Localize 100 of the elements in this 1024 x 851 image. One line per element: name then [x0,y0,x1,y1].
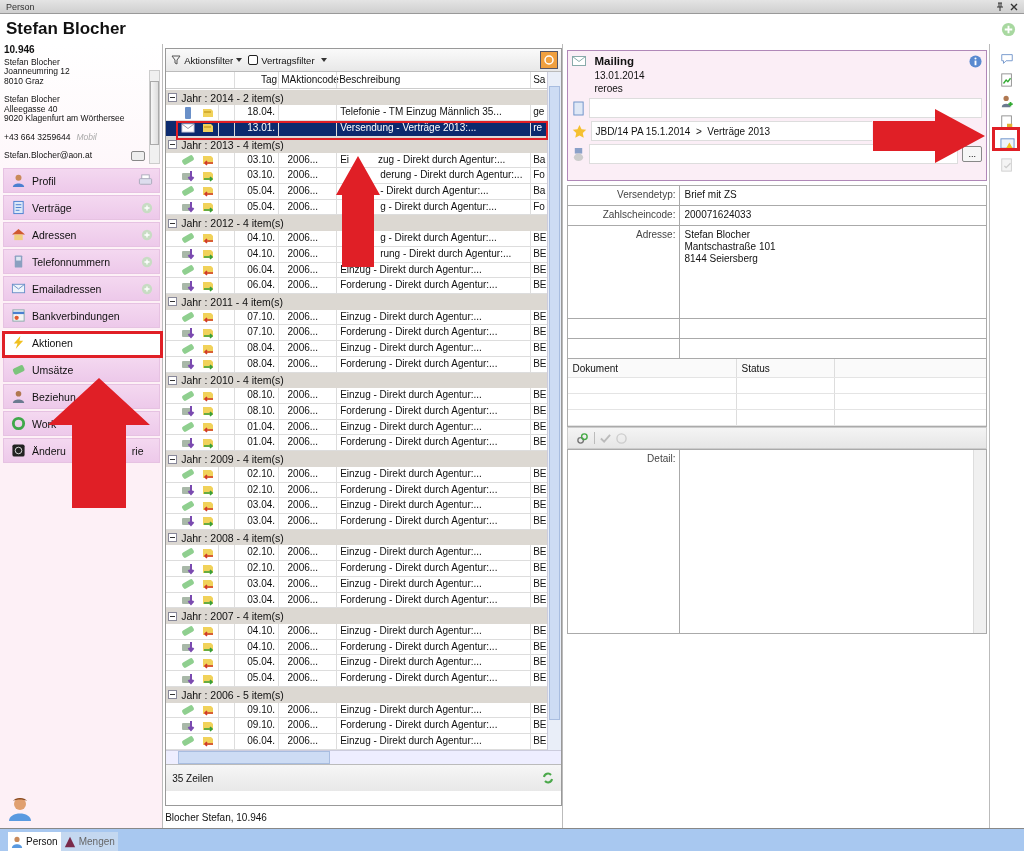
date-cell-text: 08.04. [247,357,276,371]
table-row[interactable]: 04.10. 2006... Einzug - Direkt durch Agentur:... BE [166,624,548,640]
nav-label: Telefonnummern [32,255,111,268]
collapse-icon[interactable] [168,93,178,103]
table-row[interactable]: 08.10. 2006... Einzug - Direkt durch Agentur:... BE [166,388,548,404]
campaign-field[interactable]: JBD/14 PA 15.1.2014 > Verträge 2013 [591,121,873,141]
column-header[interactable]: MAktioncode [278,72,337,88]
envelope-warning-icon[interactable] [999,136,1015,151]
browse-button[interactable]: ... [962,146,983,162]
description-cell-text: Einzug - Direkt durch Agentur:... [340,310,482,324]
collapse-icon[interactable] [168,611,178,621]
table-row[interactable]: 02.10. 2006... Einzug - Direkt durch Agentur:... BE [166,545,548,562]
collapse-icon[interactable] [168,375,178,385]
date-cell-text: 09.10. [247,719,276,733]
transfer-icon [201,640,216,655]
bottom-tab[interactable]: Person [8,832,61,851]
table-row[interactable]: 03.04. 2006... Einzug - Direkt durch Agentur:... BE [166,576,548,593]
speech-bubble-icon[interactable] [1000,52,1015,66]
table-row[interactable]: 18.04. Telefonie - TM Einzug Männlich 35... ge [166,105,548,122]
group-row[interactable]: Jahr : 2014 - 2 item(s) [166,89,548,106]
document-icon[interactable] [1000,115,1015,129]
highlight-frame [992,127,1020,151]
date-cell-text: 05.04. [247,200,276,214]
contract-filter[interactable]: Vertragsfilter [248,54,315,66]
scrollbar[interactable] [149,70,161,164]
table-row[interactable]: 08.10. 2006... Forderung - Direkt durch Agentur:... BE [166,404,548,420]
caret-icon[interactable] [320,58,327,62]
column-header[interactable]: Beschreibung [336,72,531,88]
table-row[interactable]: 02.10. 2006... Forderung - Direkt durch Agentur:... BE [166,561,548,577]
collapse-icon[interactable] [168,690,178,700]
code-cell-text: 2006... [287,515,319,528]
collapse-icon[interactable] [168,454,178,464]
table-row[interactable]: 02.10. 2006... Forderung - Direkt durch Agentur:... BE [166,482,548,499]
column-cell-text: BE [533,263,547,277]
checked-document-icon[interactable] [1000,158,1015,172]
code-cell-text: 2006... [287,310,319,324]
input-field[interactable] [589,98,983,118]
table-row[interactable]: 09.10. 2006... Forderung - Direkt durch Agentur:... BE [166,718,548,735]
nav-item[interactable]: Aktionen [3,330,161,355]
table-row[interactable]: 02.10. 2006... Einzug - Direkt durch Agentur:... BE [166,466,548,483]
add-person-icon[interactable] [1000,94,1015,108]
checkbox[interactable] [248,55,259,65]
nav-item[interactable]: Telefonnummern [3,249,161,274]
nav-label: Aktionen [32,336,73,349]
nav-item[interactable]: Emailadressen [3,276,161,301]
nav-item[interactable]: Verträge [3,195,161,220]
column-header[interactable]: Dokument [568,359,738,377]
refresh-icon[interactable] [541,771,556,785]
nav-item[interactable]: Profil [3,168,161,193]
code-cell-text: 2006... [287,185,319,198]
attach-icon[interactable] [576,431,590,445]
table-row[interactable]: 08.04. 2006... Einzug - Direkt durch Agentur:... BE [166,341,548,357]
column-header[interactable]: Status [737,359,836,377]
table-row[interactable]: 05.04. 2006... Einzug - Direkt durch Agentur:... BE [166,655,548,672]
group-row[interactable]: Jahr : 2009 - 4 item(s) [166,451,548,467]
description-cell-text: Forderung - Direkt durch Agentur:... [340,593,498,607]
column-cell-text: BE [533,546,547,560]
refresh-button[interactable] [540,51,559,69]
collapse-icon[interactable] [168,297,178,307]
pin-icon[interactable] [996,1,1004,12]
printer-icon[interactable] [138,173,154,188]
description-cell: Forderung - Direkt durch Agentur:... [340,562,498,576]
collapse-icon[interactable] [168,533,178,543]
table-row[interactable]: 04.10. 2006... Forderung - Direkt durch Agentur:... BE [166,639,548,656]
collapse-icon[interactable] [168,140,178,150]
table-row[interactable]: 07.10. 2006... Forderung - Direkt durch Agentur:... BE [166,325,548,342]
group-row[interactable]: Jahr : 2012 - 4 item(s) [166,215,548,232]
nav-item[interactable]: Umsätze [3,357,161,382]
check-icon[interactable] [600,432,612,444]
table-row[interactable]: 09.10. 2006... Einzug - Direkt durch Agentur:... BE [166,702,548,719]
description-cell: Forderung - Direkt durch Agentur:... [340,672,498,686]
column-cell-text: BE [533,625,547,638]
code-cell-text: 2006... [287,640,319,654]
column-header[interactable]: Tag [234,72,279,88]
table-row[interactable]: 06.04. 2006... Einzug - Direkt durch Agentur:... BE [166,734,548,750]
table-row[interactable]: 03.04. 2006... Forderung - Direkt durch Agentur:... BE [166,514,548,530]
group-row[interactable]: Jahr : 2011 - 4 item(s) [166,294,548,310]
group-label: Jahr : 2007 - 4 item(s) [181,610,284,623]
scrollbar[interactable] [547,72,562,750]
date-cell-text: 02.10. [247,483,276,497]
close-icon[interactable] [1010,2,1018,11]
chart-document-icon[interactable] [1000,73,1015,87]
horizontal-scrollbar[interactable] [166,750,562,764]
nav-item[interactable]: Bankverbindungen [3,303,161,328]
filter-dropdown[interactable]: Aktionsfilter [171,54,243,66]
nav-item[interactable]: Adressen [3,222,161,247]
code-cell: 2006... [287,735,319,749]
collapse-icon[interactable] [168,218,178,228]
table-row[interactable]: 07.10. 2006... Einzug - Direkt durch Agentur:... BE [166,309,548,326]
column-cell-text: BE [533,656,547,670]
bottom-tab[interactable]: Mengen [60,832,118,851]
table-row[interactable]: 03.04. 2006... Einzug - Direkt durch Agentur:... BE [166,498,548,514]
description-cell: Einzug - Direkt durch Agentur:... [340,735,482,749]
group-row[interactable]: Jahr : 2007 - 4 item(s) [166,608,548,624]
table-row[interactable]: 08.04. 2006... Forderung - Direkt durch Agentur:... BE [166,356,548,373]
table-row[interactable]: 05.04. 2006... Forderung - Direkt durch Agentur:... BE [166,671,548,687]
table-row[interactable]: 01.04. 2006... Einzug - Direkt durch Agentur:... BE [166,419,548,436]
email-link[interactable]: Stefan.Blocher@aon.at [4,151,93,161]
card-button[interactable] [131,151,146,161]
info-icon[interactable] [969,54,983,68]
